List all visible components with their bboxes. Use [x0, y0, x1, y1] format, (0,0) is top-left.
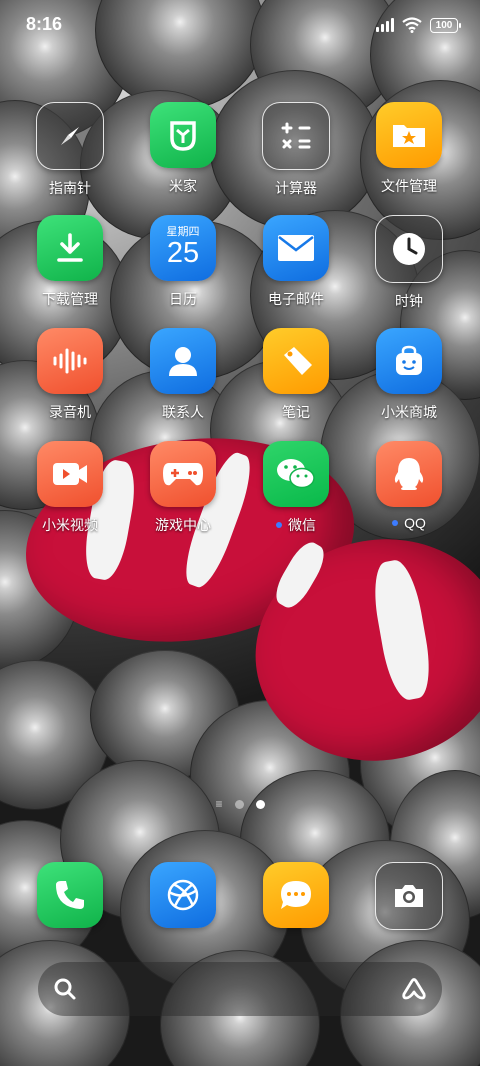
app-label: QQ	[404, 515, 426, 531]
status-bar: 8:16 100	[0, 0, 480, 52]
app-download-manager[interactable]: 下载管理	[20, 215, 120, 309]
phone-icon	[37, 862, 103, 928]
app-messages[interactable]	[246, 862, 346, 928]
page-dot	[234, 799, 244, 809]
app-label: 笔记	[282, 404, 310, 420]
app-label: 下载管理	[42, 291, 98, 307]
app-label: 日历	[169, 291, 197, 307]
camera-icon	[375, 862, 443, 930]
app-browser[interactable]	[133, 862, 233, 928]
app-compass[interactable]: 指南针	[20, 102, 120, 198]
app-phone[interactable]	[20, 862, 120, 928]
new-notification-dot	[276, 522, 282, 529]
app-qq[interactable]: QQ	[359, 441, 459, 531]
app-label: 小米视频	[42, 517, 98, 533]
calendar-icon: 星期四 25	[150, 215, 216, 281]
app-label: 文件管理	[381, 178, 437, 194]
app-notes[interactable]: 笔记	[246, 328, 346, 422]
qq-icon	[376, 441, 442, 507]
browser-icon	[150, 862, 216, 928]
app-recorder[interactable]: 录音机	[20, 328, 120, 422]
app-mijia[interactable]: 米家	[133, 102, 233, 196]
app-label: 游戏中心	[155, 517, 211, 533]
app-label: 米家	[169, 178, 197, 194]
battery-icon: 100	[430, 17, 461, 33]
contacts-icon	[150, 328, 216, 394]
app-email[interactable]: 电子邮件	[246, 215, 346, 309]
app-game-center[interactable]: 游戏中心	[133, 441, 233, 535]
app-wechat[interactable]: 微信	[246, 441, 346, 535]
video-icon	[37, 441, 103, 507]
wechat-icon	[263, 441, 329, 507]
voice-assistant-icon[interactable]	[400, 976, 428, 1002]
wifi-icon	[402, 17, 422, 33]
download-icon	[37, 215, 103, 281]
gamepad-icon	[150, 441, 216, 507]
app-file-manager[interactable]: 文件管理	[359, 102, 459, 196]
app-calendar[interactable]: 星期四 25 日历	[133, 215, 233, 309]
app-clock[interactable]: 时钟	[359, 215, 459, 311]
app-calculator[interactable]: 计算器	[246, 102, 346, 198]
app-contacts[interactable]: 联系人	[133, 328, 233, 422]
page-list-icon: ≡	[215, 797, 223, 811]
search-bar[interactable]	[38, 962, 442, 1016]
folder-icon	[376, 102, 442, 168]
app-label: 计算器	[275, 180, 317, 196]
app-camera[interactable]	[359, 862, 459, 930]
recorder-icon	[37, 328, 103, 394]
app-label: 录音机	[49, 404, 91, 420]
store-icon	[376, 328, 442, 394]
new-notification-dot	[392, 520, 399, 527]
search-icon[interactable]	[52, 976, 78, 1002]
status-time: 8:16	[26, 14, 63, 34]
app-label: 微信	[288, 517, 316, 533]
app-label: 时钟	[395, 293, 423, 309]
calculator-icon	[262, 102, 330, 170]
app-label: 电子邮件	[268, 291, 324, 307]
app-mi-video[interactable]: 小米视频	[20, 441, 120, 535]
calendar-day: 25	[166, 237, 200, 269]
messages-icon	[263, 862, 329, 928]
clock-icon	[375, 215, 443, 283]
signal-icon	[376, 18, 394, 32]
app-label: 联系人	[162, 404, 204, 420]
app-mi-store[interactable]: 小米商城	[359, 328, 459, 422]
app-label: 小米商城	[381, 404, 437, 420]
notes-icon	[263, 328, 329, 394]
app-label: 指南针	[49, 180, 91, 196]
page-dot-active	[255, 799, 265, 809]
compass-icon	[36, 102, 104, 170]
battery-level: 100	[435, 19, 453, 31]
mijia-icon	[150, 102, 216, 168]
page-indicator[interactable]: ≡	[0, 797, 480, 811]
mail-icon	[263, 215, 329, 281]
